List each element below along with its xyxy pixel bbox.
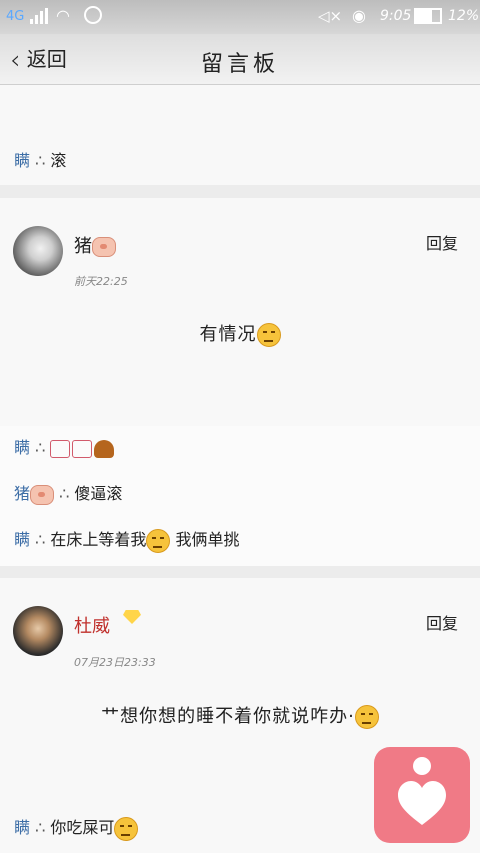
mute-icon: ◁× [318,7,343,25]
author-name-text: 猪 [74,236,92,257]
unamused-emoji-icon [114,816,139,841]
location-icon: ◉ [352,6,366,25]
comment-text: 滚 [50,151,67,170]
reply-button[interactable]: 回复 [426,610,458,634]
comment-text: 你吃屎可 [50,818,115,837]
kiss-emoji-icon [354,705,379,729]
heart-icon [398,781,446,825]
comment-user[interactable]: 瞒 [14,818,30,837]
hand-emoji-icon [50,439,71,458]
message-card: 猪 前天22:25 回复 有情况 瞒 ∴ 猪 ∴ 傻逼滚 瞒 ∴ 在床上等着我 … [0,198,480,566]
battery-icon [414,8,442,24]
message-text: 有情况 [0,320,480,347]
reply-button[interactable]: 回复 [426,230,458,254]
avatar[interactable] [13,226,63,276]
nav-bar: ‹ 返回 留言板 [0,34,480,85]
comment-text: 傻逼滚 [74,484,123,503]
comment-row[interactable]: 猪 ∴ 傻逼滚 [14,480,122,505]
poop-emoji-icon [94,439,115,458]
author-name[interactable]: 猪 [74,232,116,258]
comment-row[interactable]: 瞒 ∴ [14,434,115,458]
comment-row[interactable]: 瞒 ∴ 在床上等着我 我俩单挑 [14,526,240,553]
wifi-icon: ◠ [56,6,70,25]
author-name[interactable]: 杜威 [74,612,110,638]
comment-sep: ∴ [59,484,70,503]
comment-sep: ∴ [35,530,46,549]
comment-row[interactable]: 瞒 ∴ 滚 [14,147,66,171]
message-text: 艹想你想的睡不着你就说咋办· [0,702,480,729]
comment-user[interactable]: 瞒 [14,151,30,170]
heart-dot-icon [413,757,431,775]
comment-row[interactable]: 瞒 ∴ 你吃屎可 [14,814,139,841]
vip-diamond-icon [123,610,141,624]
page-title: 留言板 [200,52,279,77]
comment-list: 瞒 ∴ 猪 ∴ 傻逼滚 瞒 ∴ 在床上等着我 我俩单挑 [0,426,480,566]
smirk-emoji-icon [146,528,171,553]
avatar[interactable] [13,606,63,656]
pig-emoji-icon [92,237,116,257]
heart-fab-button[interactable] [374,747,470,843]
comment-user[interactable]: 瞒 [14,530,30,549]
post-time: 前天22:25 [74,275,128,288]
smirk-emoji-icon [256,323,281,347]
comment-text: 在床上等着我 [50,530,147,549]
message-body: 艹想你想的睡不着你就说咋办· [101,706,355,727]
comment-text-2: 我俩单挑 [175,530,240,549]
message-body: 有情况 [199,324,257,345]
comment-user[interactable]: 瞒 [14,438,30,457]
pointing-hand-emoji-icon [72,439,93,458]
comment-user[interactable]: 猪 [14,484,30,503]
battery-percent: 12% [448,8,480,24]
comment-sep: ∴ [35,438,46,457]
comment-sep: ∴ [35,151,46,170]
comment-sep: ∴ [35,818,46,837]
network-type: 4G [6,9,25,24]
post-time: 07月23日23:33 [74,656,156,669]
status-time: 9:05 [380,8,412,24]
signal-icon [30,8,48,24]
status-bar: 4G ◠ ◁× ◉ 9:05 12% [0,0,480,34]
message-card: 瞒 ∴ 滚 [0,85,480,185]
pig-emoji-icon [30,484,55,505]
alarm-icon [84,6,102,24]
